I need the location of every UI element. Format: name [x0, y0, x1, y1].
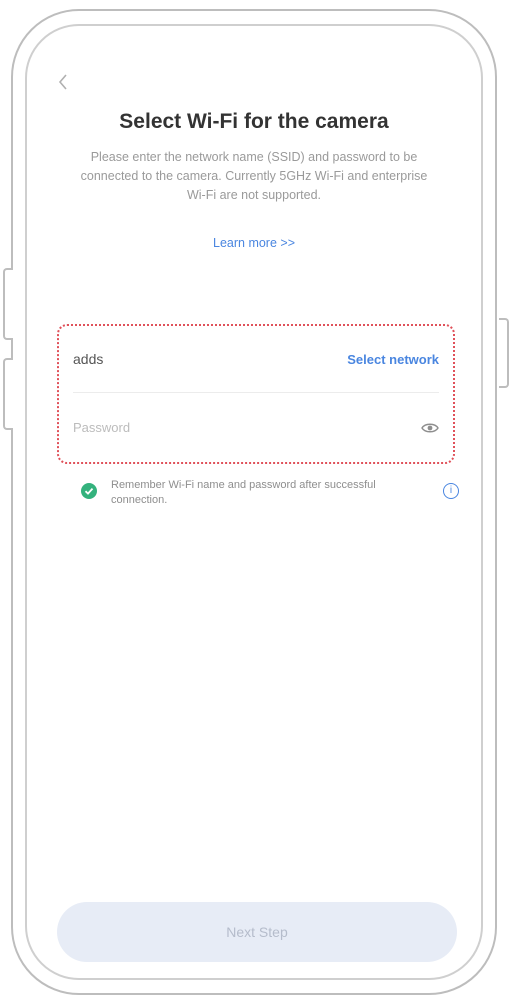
- page-title: Select Wi-Fi for the camera: [119, 110, 389, 133]
- phone-screen: Select Wi-Fi for the camera Please enter…: [25, 24, 483, 980]
- remember-text: Remember Wi-Fi name and password after s…: [111, 479, 376, 506]
- ssid-value: adds: [73, 351, 104, 367]
- ssid-row: adds Select network: [73, 326, 439, 393]
- page-subtitle: Please enter the network name (SSID) and…: [80, 150, 428, 202]
- eye-icon[interactable]: [421, 421, 439, 433]
- next-step-button[interactable]: Next Step: [57, 902, 457, 962]
- remember-row: Remember Wi-Fi name and password after s…: [81, 478, 461, 518]
- password-row: [73, 393, 439, 461]
- password-input[interactable]: [73, 419, 373, 435]
- volume-down-button: [3, 358, 13, 430]
- select-network-button[interactable]: Select network: [347, 352, 439, 367]
- wifi-form-highlight: adds Select network: [57, 324, 455, 464]
- learn-more-link[interactable]: Learn more >>: [27, 236, 481, 250]
- volume-up-button: [3, 268, 13, 340]
- power-button: [499, 318, 509, 388]
- info-icon[interactable]: i: [443, 483, 459, 499]
- check-icon[interactable]: [81, 483, 97, 499]
- chevron-left-icon[interactable]: [57, 72, 77, 92]
